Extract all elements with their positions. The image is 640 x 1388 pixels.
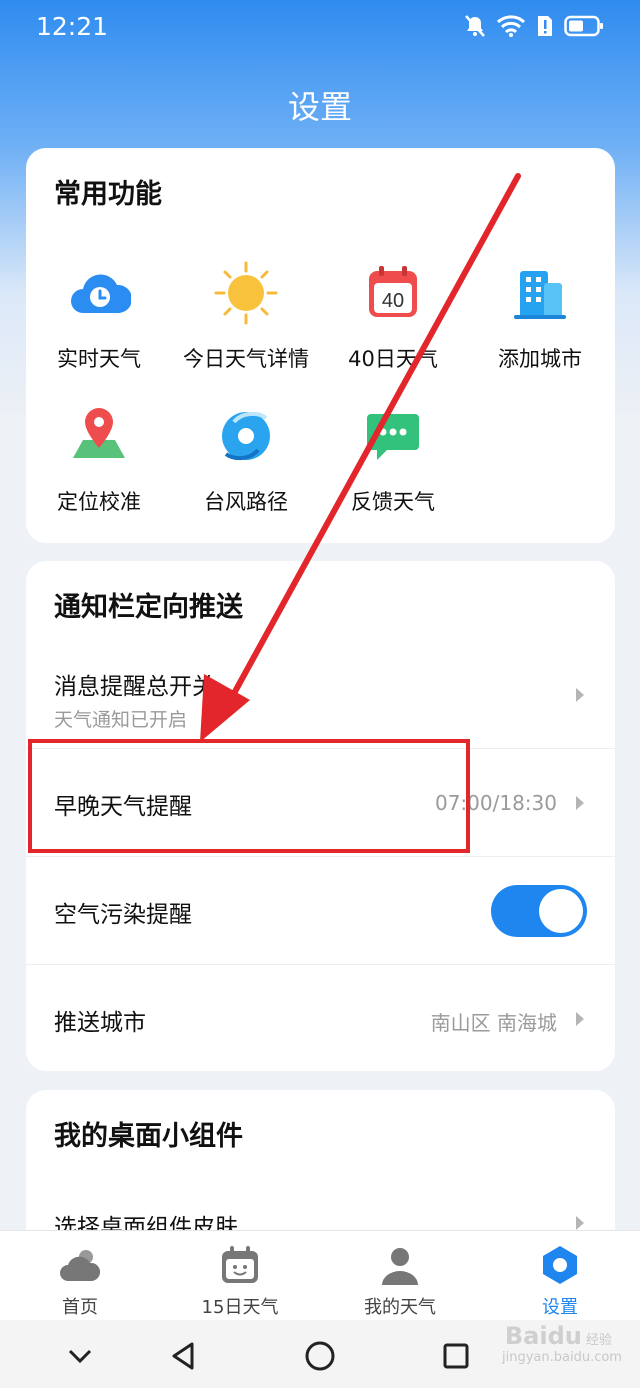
common-functions-card: 常用功能 实时天气 今日天气详情 40 40日天气 添加城市 定位校准 台风路径… [26, 148, 615, 543]
tab-label: 首页 [62, 1297, 98, 1318]
watermark-url: jingyan.baidu.com [502, 1350, 622, 1365]
air-pollution-toggle[interactable] [491, 885, 587, 937]
grid-item-40day[interactable]: 40 40日天气 [320, 261, 466, 373]
common-functions-title: 常用功能 [54, 179, 162, 210]
chat-bubble-icon [367, 414, 419, 460]
chevron-right-icon [576, 688, 584, 702]
widgets-card-title: 我的桌面小组件 [54, 1121, 243, 1152]
grid-item-typhoon-path[interactable]: 台风路径 [173, 404, 319, 516]
grid-item-label: 40日天气 [348, 347, 438, 371]
grid-item-label: 反馈天气 [351, 490, 435, 514]
tab-settings[interactable]: 设置 [480, 1231, 640, 1321]
mute-bell-icon [465, 15, 485, 37]
page-title: 设置 [287, 88, 352, 126]
annotation-highlight-box [28, 739, 470, 853]
watermark-brand: Bai [504, 1322, 548, 1350]
status-time: 12:21 [36, 12, 109, 41]
calendar-40-icon: 40 [369, 266, 417, 317]
chevron-down-icon[interactable] [60, 1336, 100, 1376]
grid-item-label: 添加城市 [498, 347, 582, 371]
calendar-number: 40 [382, 290, 404, 312]
back-triangle-icon[interactable] [164, 1336, 204, 1376]
status-icons [464, 14, 604, 38]
row-label: 空气污染提醒 [54, 902, 192, 928]
grid-item-label: 今日天气详情 [183, 347, 309, 371]
battery-icon [564, 15, 603, 37]
toggle-knob [539, 889, 583, 933]
tab-label: 我的天气 [364, 1297, 436, 1318]
tab-15day[interactable]: 15日天气 [160, 1231, 320, 1321]
grid-item-label: 台风路径 [204, 490, 288, 514]
building-icon [514, 271, 566, 319]
grid-item-location-calibration[interactable]: 定位校准 [26, 404, 172, 516]
chevron-right-icon [576, 796, 584, 810]
row-master-switch[interactable]: 消息提醒总开关 天气通知已开启 [26, 641, 615, 749]
chevron-right-icon [576, 1012, 584, 1026]
row-air-pollution: 空气污染提醒 [26, 857, 615, 965]
push-card-title: 通知栏定向推送 [54, 592, 243, 623]
tab-home[interactable]: 首页 [0, 1231, 160, 1321]
row-sublabel: 天气通知已开启 [54, 709, 188, 731]
sim-alert-icon [538, 16, 552, 36]
grid-item-realtime-weather[interactable]: 实时天气 [26, 261, 172, 373]
tab-my-weather[interactable]: 我的天气 [320, 1231, 480, 1321]
hexagon-settings-icon [543, 1246, 577, 1284]
tab-label: 15日天气 [201, 1297, 279, 1318]
watermark-brand2: du [547, 1322, 582, 1350]
recents-square-icon[interactable] [436, 1336, 476, 1376]
row-push-city[interactable]: 推送城市 南山区 南海城 [26, 965, 615, 1073]
tab-label: 设置 [542, 1297, 578, 1318]
grid-item-label: 定位校准 [57, 490, 141, 514]
grid-item-today-detail[interactable]: 今日天气详情 [173, 261, 319, 373]
sun-icon [214, 261, 278, 325]
cloud-clock-icon [71, 274, 133, 313]
watermark-sub: 经验 [585, 1333, 612, 1348]
calendar-face-icon [222, 1246, 258, 1283]
row-label: 消息提醒总开关 [54, 674, 215, 700]
grid-item-add-city[interactable]: 添加城市 [467, 261, 613, 373]
wifi-icon [496, 15, 526, 37]
status-bar: 12:21 [0, 0, 640, 56]
typhoon-icon [222, 411, 270, 461]
bottom-tab-bar: 首页 15日天气 我的天气 设置 [0, 1230, 640, 1320]
row-label: 推送城市 [54, 1010, 146, 1036]
baidu-watermark: Baidu 经验 jingyan.baidu.com [502, 1322, 622, 1380]
grid-item-label: 实时天气 [57, 347, 141, 371]
row-value: 南山区 南海城 [430, 1011, 557, 1035]
person-icon [382, 1248, 418, 1285]
grid-item-feedback-weather[interactable]: 反馈天气 [320, 404, 466, 516]
home-circle-icon[interactable] [300, 1336, 340, 1376]
cloud-sun-icon [60, 1250, 101, 1281]
location-pin-icon [73, 408, 125, 458]
